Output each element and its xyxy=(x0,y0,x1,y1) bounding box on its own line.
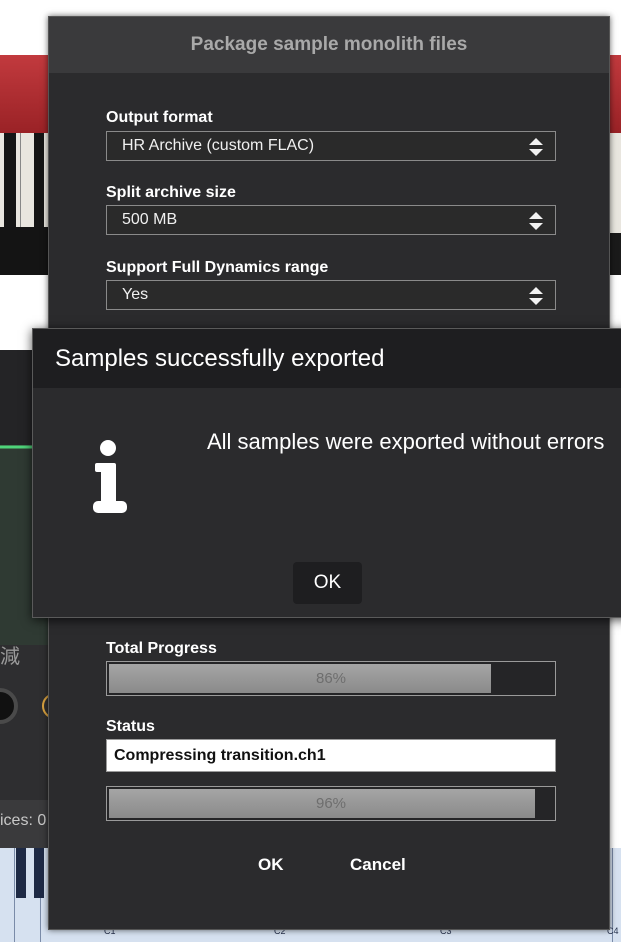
split-archive-size-value: 500 MB xyxy=(122,211,178,228)
info-icon xyxy=(93,440,127,513)
file-progress-text: 96% xyxy=(315,795,347,812)
voices-counter: ices: 0 xyxy=(0,812,47,829)
black-key[interactable] xyxy=(16,848,26,898)
alert-title: Samples successfully exported xyxy=(33,329,621,388)
cancel-button[interactable]: Cancel xyxy=(350,855,406,875)
output-format-label: Output format xyxy=(106,109,213,126)
ok-button[interactable]: OK xyxy=(258,855,284,875)
black-key[interactable] xyxy=(34,848,44,898)
status-field: Compressing transition.ch1 xyxy=(106,739,556,772)
select-arrows-icon xyxy=(529,287,543,305)
full-dynamics-label: Support Full Dynamics range xyxy=(106,259,329,276)
export-success-dialog: Samples successfully exported All sample… xyxy=(32,328,621,618)
split-archive-size-label: Split archive size xyxy=(106,184,236,201)
total-progress-text: 86% xyxy=(315,670,347,687)
black-key xyxy=(34,133,44,238)
key-divider xyxy=(14,848,15,942)
select-arrows-icon xyxy=(529,138,543,156)
total-progress-bar: 86% xyxy=(106,661,556,696)
alert-ok-button[interactable]: OK xyxy=(293,562,362,604)
parameter-label: 減 xyxy=(0,646,20,668)
select-arrows-icon xyxy=(529,212,543,230)
output-format-value: HR Archive (custom FLAC) xyxy=(122,137,315,154)
split-archive-size-select[interactable]: 500 MB xyxy=(106,205,556,235)
total-progress-label: Total Progress xyxy=(106,640,217,657)
full-dynamics-select[interactable]: Yes xyxy=(106,280,556,310)
full-dynamics-value: Yes xyxy=(122,286,149,303)
dialog-title: Package sample monolith files xyxy=(49,17,609,73)
status-label: Status xyxy=(106,718,155,735)
knob[interactable] xyxy=(0,688,18,724)
black-key xyxy=(4,133,16,238)
alert-message: All samples were exported without errors xyxy=(207,429,605,454)
output-format-select[interactable]: HR Archive (custom FLAC) xyxy=(106,131,556,161)
file-progress-bar: 96% xyxy=(106,786,556,821)
